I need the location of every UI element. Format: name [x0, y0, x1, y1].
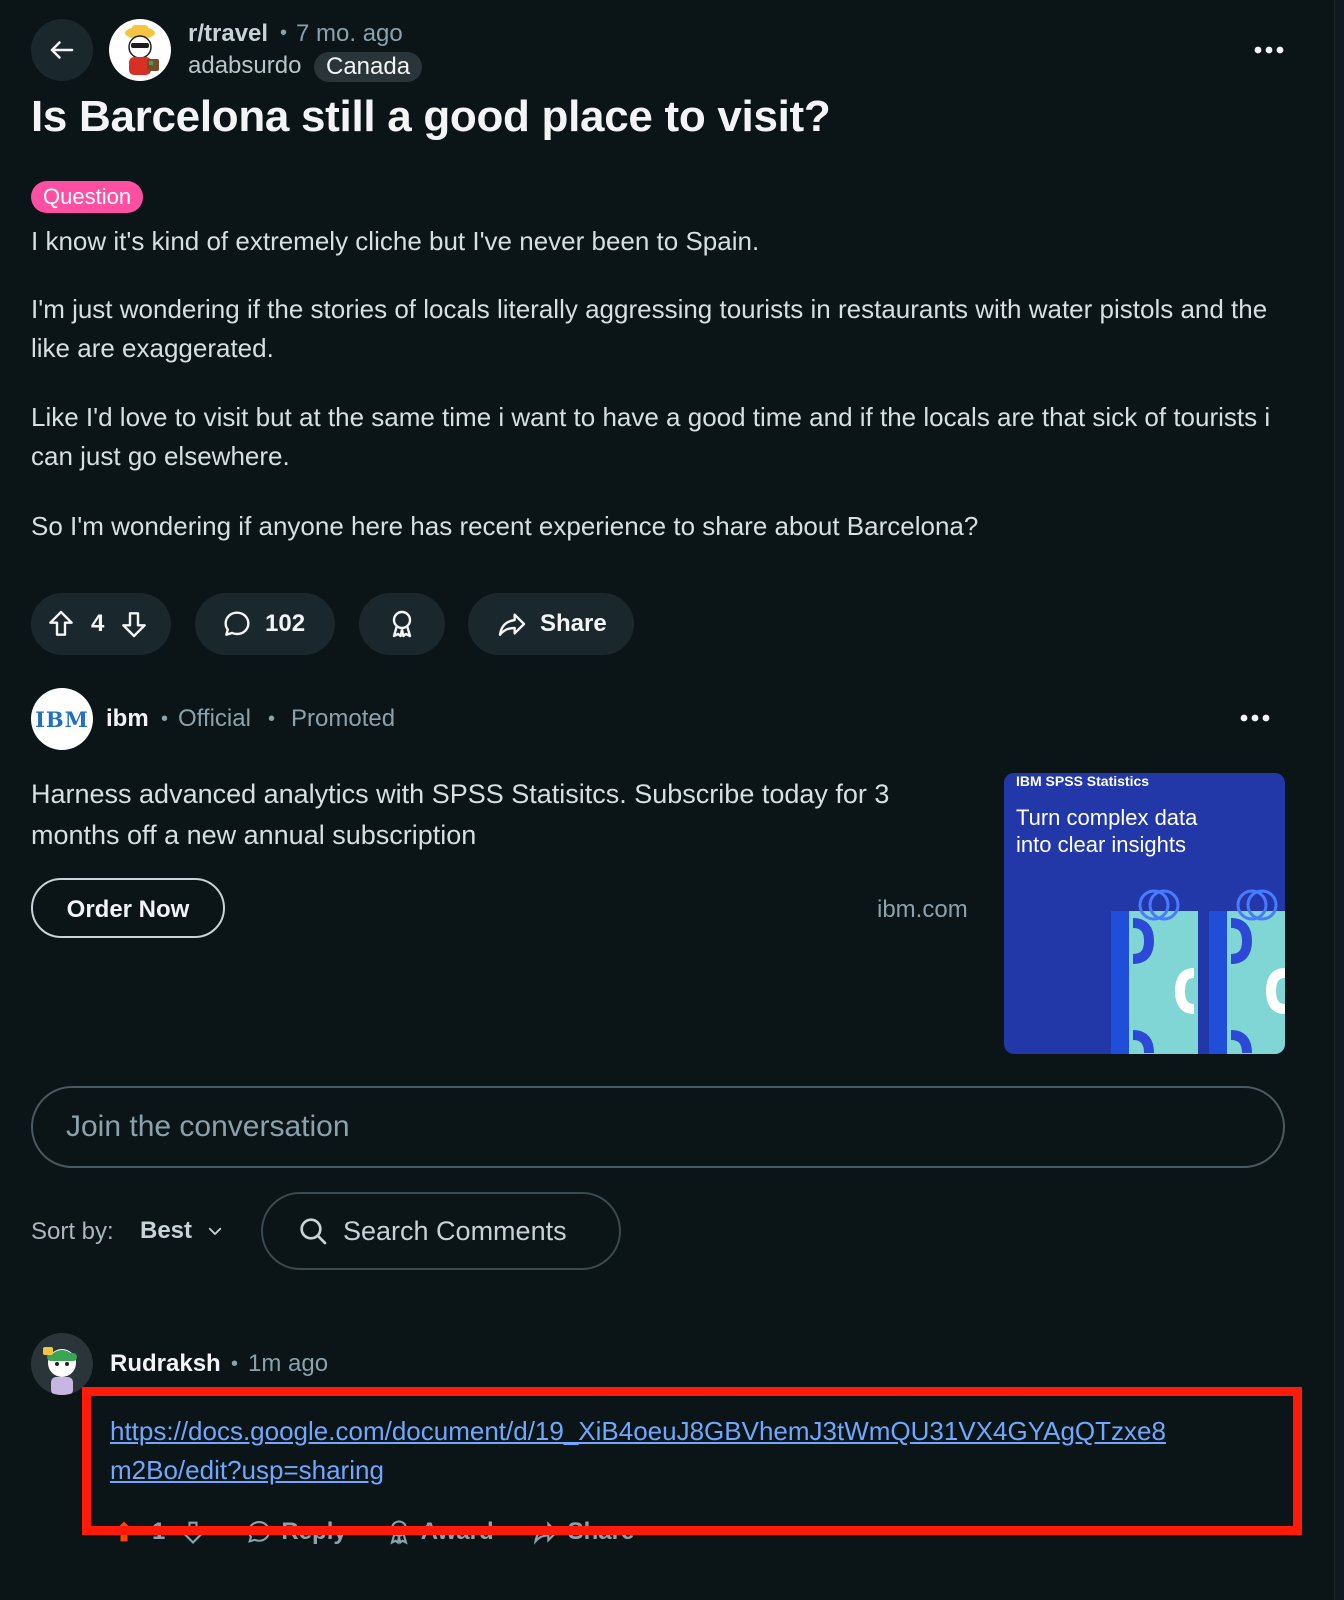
post-body-paragraph: Like I'd love to visit but at the same t… [31, 402, 1271, 471]
downvote-icon[interactable] [118, 608, 150, 640]
more-horizontal-icon [1254, 46, 1284, 54]
order-now-button[interactable]: Order Now [31, 878, 225, 938]
award-button[interactable] [359, 593, 445, 655]
post-body-paragraph: So I'm wondering if anyone here has rece… [31, 511, 979, 541]
ad-image[interactable]: IBM SPSS Statistics Turn complex data in… [1004, 773, 1285, 1054]
arrow-left-icon [50, 41, 74, 59]
post-body-paragraph: I'm just wondering if the stories of loc… [31, 294, 1268, 363]
join-conversation-input[interactable]: Join the conversation [31, 1086, 1285, 1168]
author-flair: Canada [314, 52, 423, 82]
share-button[interactable]: Share [468, 593, 634, 655]
meta-separator: • [280, 22, 288, 44]
meta-separator: • [161, 708, 169, 730]
subreddit-avatar[interactable] [109, 19, 171, 81]
official-label: Official [178, 705, 251, 732]
post-flair[interactable]: Question [31, 181, 144, 213]
subreddit-link[interactable]: r/travel [188, 20, 268, 48]
sort-value: Best [140, 1217, 193, 1244]
commenter-avatar[interactable] [31, 1333, 93, 1395]
post-options-button[interactable] [1252, 38, 1286, 62]
award-icon [386, 608, 418, 640]
ad-domain[interactable]: ibm.com [877, 896, 968, 924]
share-label: Share [540, 610, 607, 637]
vote-bar: 4 [31, 593, 171, 655]
post-title: Is Barcelona still a good place to visit… [31, 92, 831, 141]
sort-label: Sort by: [31, 1218, 114, 1245]
post-body-paragraph: I know it's kind of extremely cliche but… [31, 226, 760, 256]
back-button[interactable] [31, 19, 93, 81]
ad-body[interactable]: Harness advanced analytics with SPSS Sta… [31, 774, 966, 856]
search-icon [297, 1215, 329, 1247]
comment-icon [221, 608, 253, 640]
commenter-name[interactable]: Rudraksh [110, 1350, 221, 1378]
advertiser-logo[interactable]: IBM [31, 688, 93, 750]
ad-illustration [1111, 889, 1285, 1054]
more-horizontal-icon [1240, 714, 1270, 722]
vote-count: 4 [91, 610, 105, 637]
ibm-logo: IBM [35, 706, 89, 732]
comment-count: 102 [265, 610, 306, 637]
chevron-down-icon [206, 1222, 224, 1240]
comment-time: 1m ago [248, 1350, 329, 1377]
promoted-label: Promoted [291, 705, 396, 732]
search-comments-input[interactable]: Search Comments [261, 1192, 621, 1270]
post-time: 7 mo. ago [296, 20, 403, 47]
post-author[interactable]: adabsurdo [188, 52, 301, 80]
share-icon [496, 608, 528, 640]
comments-button[interactable]: 102 [195, 593, 335, 655]
ad-options-button[interactable] [1238, 706, 1272, 730]
meta-separator: • [231, 1353, 239, 1375]
upvote-icon[interactable] [45, 608, 77, 640]
highlight-box [82, 1387, 1302, 1535]
search-comments-placeholder: Search Comments [343, 1215, 567, 1246]
sort-dropdown[interactable]: Best [140, 1214, 224, 1248]
meta-separator: • [268, 708, 276, 730]
scrollbar-track[interactable] [1334, 0, 1344, 1600]
advertiser-name[interactable]: ibm [106, 705, 149, 733]
